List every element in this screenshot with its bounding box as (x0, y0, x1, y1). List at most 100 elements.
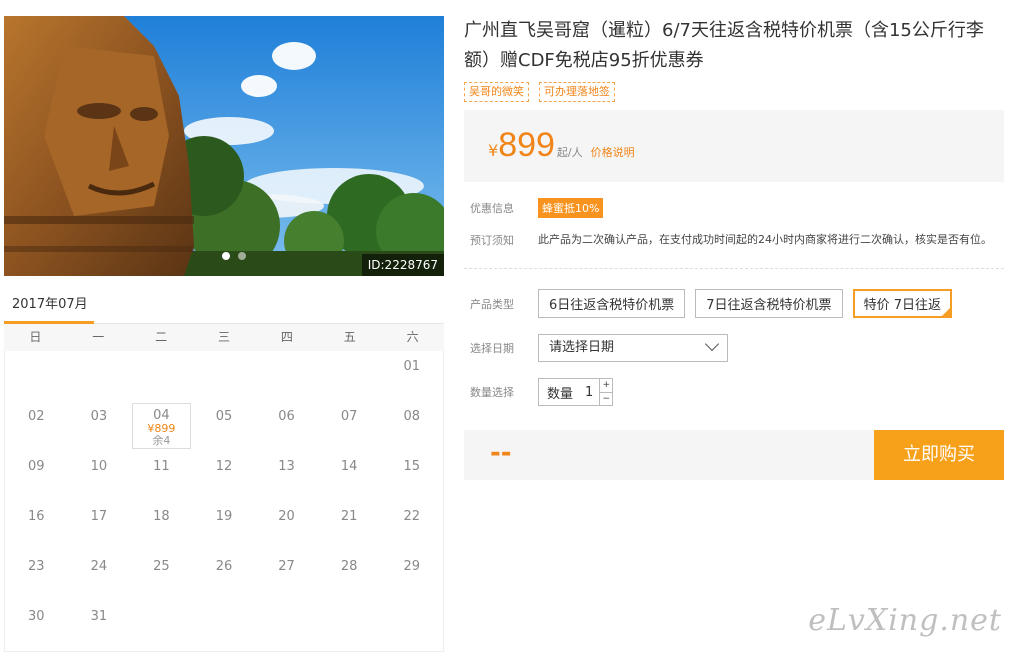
calendar-blank (5, 351, 68, 401)
weekday-label: 二 (155, 330, 168, 344)
price-currency: ¥ (488, 141, 499, 160)
quantity-plus-button[interactable]: + (600, 379, 612, 392)
calendar-day-number: 20 (278, 509, 295, 524)
calendar-day: 24 (68, 551, 131, 601)
calendar-day: 10 (68, 451, 131, 501)
calendar-day: 16 (5, 501, 68, 551)
carousel-dot-2[interactable] (238, 252, 246, 260)
calendar-day: 05 (193, 401, 256, 451)
calendar-day-number: 11 (153, 459, 170, 474)
discount-label: 优惠信息 (470, 202, 514, 215)
calendar-day: 23 (5, 551, 68, 601)
calendar-day-number: 12 (215, 459, 233, 474)
calendar-day-number: 26 (215, 559, 233, 574)
calendar-day-number: 06 (278, 409, 295, 424)
calendar-day-number: 15 (403, 459, 420, 474)
quantity-row: 数量选择 数量 1 + − (464, 378, 1004, 406)
calendar-day: 26 (193, 551, 256, 601)
angkor-face-image (4, 16, 444, 276)
calendar-day-number: 05 (215, 409, 233, 424)
calendar-month-tab[interactable]: 2017年07月 (4, 290, 94, 324)
weekday-label: 六 (406, 330, 419, 344)
product-photo[interactable]: ID:2228767 (4, 16, 444, 276)
calendar-day-number: 03 (90, 409, 108, 424)
photo-id-label: ID:2228767 (361, 254, 444, 276)
calendar-day: 01 (380, 351, 443, 401)
calendar-day: 02 (5, 401, 68, 451)
calendar-day: 08 (380, 401, 443, 451)
calendar-day-number: 17 (90, 509, 108, 524)
product-info: 广州直飞吴哥窟（暹粒）6/7天往返含税特价机票（含15公斤行李额）赠CDF免税店… (464, 16, 1004, 480)
calendar-day-number: 30 (28, 609, 45, 624)
quantity-stepper: 数量 1 + − (538, 378, 614, 406)
calendar-header: 2017年07月 (4, 290, 444, 324)
calendar-day: 06 (255, 401, 318, 451)
type-option-6day[interactable]: 6日往返含税特价机票 (538, 289, 686, 318)
calendar-day-number: 27 (278, 559, 295, 574)
calendar-day: 22 (380, 501, 443, 551)
calendar-day: 27 (255, 551, 318, 601)
calendar-day-number: 24 (90, 559, 108, 574)
calendar-day-number: 31 (90, 609, 108, 624)
tag-visa: 可办理落地签 (539, 82, 615, 102)
weekday-label: 四 (280, 330, 293, 344)
date-select[interactable]: 请选择日期 (538, 334, 728, 362)
calendar-blank (318, 351, 381, 401)
calendar-day: 13 (255, 451, 318, 501)
notice-text: 此产品为二次确认产品，在支付成功时间起的24小时内商家将进行二次确认，核实是否有… (538, 233, 992, 246)
calendar-day-number: 19 (215, 509, 233, 524)
price-amount: 899 (498, 126, 555, 164)
type-row: 产品类型 6日往返含税特价机票 7日往返含税特价机票 特价 7日往返 (464, 289, 1004, 318)
notice-row: 预订须知 此产品为二次确认产品，在支付成功时间起的24小时内商家将进行二次确认，… (464, 230, 1004, 250)
calendar-day-number: 18 (153, 509, 170, 524)
calendar-day: 20 (255, 501, 318, 551)
calendar-day-available[interactable]: 04 ¥899 余4 (132, 403, 191, 449)
calendar-blank (130, 351, 193, 401)
calendar-day-number: 09 (28, 459, 45, 474)
calendar-day: 18 (130, 501, 193, 551)
tag-smile: 吴哥的微笑 (464, 82, 529, 102)
calendar-day-number: 01 (403, 359, 420, 374)
price-explain-link[interactable]: 价格说明 (591, 146, 635, 159)
quantity-inner-label: 数量 (547, 386, 574, 402)
discount-badge: 蜂蜜抵10% (538, 198, 604, 218)
weekday-label: 日 (29, 330, 42, 344)
discount-row: 优惠信息 蜂蜜抵10% (464, 198, 1004, 218)
quantity-value[interactable]: 1 (579, 385, 599, 400)
type-options: 6日往返含税特价机票 7日往返含税特价机票 特价 7日往返 (538, 289, 952, 318)
carousel-dot-1[interactable] (222, 252, 230, 260)
type-option-special-7day[interactable]: 特价 7日往返 (852, 289, 952, 318)
calendar-blank (255, 351, 318, 401)
calendar-day-number: 08 (403, 409, 420, 424)
product-title: 广州直飞吴哥窟（暹粒）6/7天往返含税特价机票（含15公斤行李额）赠CDF免税店… (464, 20, 984, 71)
calendar-blank (193, 351, 256, 401)
calendar-day-number: 14 (340, 459, 358, 474)
price-unit: 起/人 (556, 146, 583, 159)
calendar-day-number: 13 (278, 459, 295, 474)
watermark: eLvXing.net (808, 603, 1002, 638)
quantity-minus-button[interactable]: − (600, 392, 613, 405)
weekday-label: 一 (92, 330, 105, 344)
weekday-label: 三 (217, 330, 230, 344)
calendar-day: 25 (130, 551, 193, 601)
calendar-day: 03 (68, 401, 131, 451)
calendar-day: 12 (193, 451, 256, 501)
calendar-day-number: 22 (403, 509, 420, 524)
quantity-buttons: + − (599, 379, 613, 405)
type-option-7day[interactable]: 7日往返含税特价机票 (695, 289, 843, 318)
chevron-down-icon (704, 336, 720, 352)
calendar-day-number: 29 (403, 559, 420, 574)
calendar-day: 17 (68, 501, 131, 551)
calendar-day-number: 23 (28, 559, 45, 574)
calendar-blank (68, 351, 131, 401)
calendar-day: 09 (5, 451, 68, 501)
notice-label: 预订须知 (470, 234, 514, 247)
calendar-day-number: 21 (340, 509, 358, 524)
calendar-day: 21 (318, 501, 381, 551)
buy-now-button[interactable]: 立即购买 (874, 430, 1004, 480)
calendar-day-number: 10 (90, 459, 108, 474)
type-label: 产品类型 (470, 297, 514, 311)
calendar-weekdays: 日一二三四五六 (4, 324, 444, 351)
calendar-day: 15 (380, 451, 443, 501)
calendar-day-number: 07 (340, 409, 358, 424)
